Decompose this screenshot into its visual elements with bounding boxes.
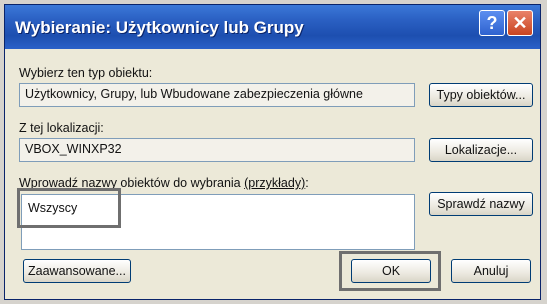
title-bar[interactable]: Wybieranie: Użytkownicy lub Grupy ? ✕ xyxy=(5,5,540,49)
object-type-field: Użytkownicy, Grupy, lub Wbudowane zabezp… xyxy=(19,83,415,107)
check-names-button-label: Sprawdź nazwy xyxy=(437,197,525,211)
examples-link[interactable]: (przykłady) xyxy=(244,176,305,190)
object-types-button[interactable]: Typy obiektów... xyxy=(429,83,533,107)
cancel-button[interactable]: Anuluj xyxy=(451,259,531,283)
ok-button[interactable]: OK xyxy=(351,259,431,283)
help-button[interactable]: ? xyxy=(479,10,505,36)
dialog-title: Wybieranie: Użytkownicy lub Grupy xyxy=(15,18,304,37)
location-label: Z tej lokalizacji: xyxy=(19,121,104,135)
names-label-suffix: : xyxy=(305,176,309,190)
ok-button-label: OK xyxy=(381,264,401,278)
object-type-label: Wybierz ten typ obiektu: xyxy=(19,66,153,80)
cancel-button-label: Anuluj xyxy=(473,264,509,278)
object-types-button-label: Typy obiektów... xyxy=(436,88,526,102)
close-button[interactable]: ✕ xyxy=(507,10,533,36)
advanced-button-label: Zaawansowane... xyxy=(28,264,126,278)
highlight-names-frame xyxy=(17,188,121,228)
check-names-button[interactable]: Sprawdź nazwy xyxy=(429,192,533,216)
locations-button[interactable]: Lokalizacje... xyxy=(429,138,533,162)
location-field: VBOX_WINXP32 xyxy=(19,138,415,162)
advanced-button[interactable]: Zaawansowane... xyxy=(23,259,131,283)
select-users-groups-dialog: Wybieranie: Użytkownicy lub Grupy ? ✕ Wy… xyxy=(4,4,541,300)
locations-button-label: Lokalizacje... xyxy=(444,143,518,157)
